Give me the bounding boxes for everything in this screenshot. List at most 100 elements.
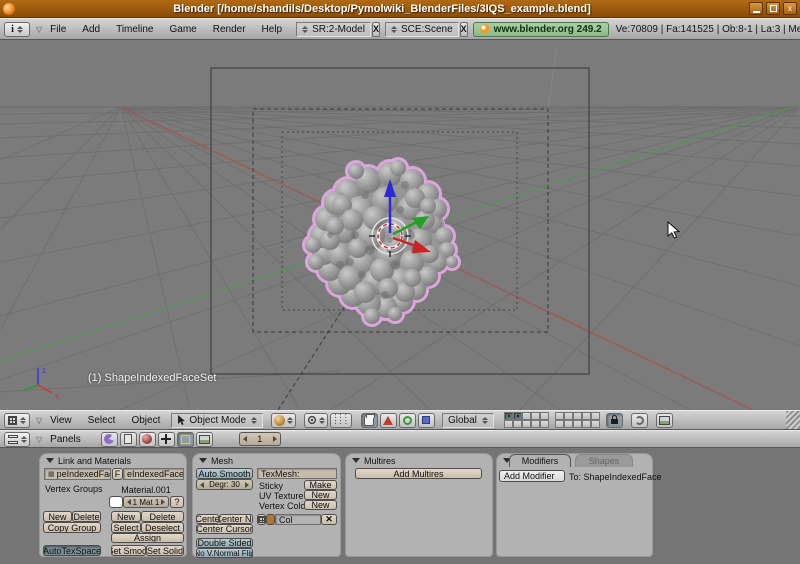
autotexspace-toggle[interactable]: AutoTexSpace [43,545,101,556]
render-preview-icon [659,416,670,425]
add-modifier-button[interactable]: Add Modifier [499,470,565,482]
viewport-scene: z x [0,40,800,410]
vertex-color-new-button[interactable]: New [304,500,337,510]
menu-help[interactable]: Help [254,24,291,35]
menu-game[interactable]: Game [162,24,205,35]
panel-collapse-icon[interactable] [352,458,360,463]
material-select-button[interactable]: Select [111,522,141,533]
object-context-button[interactable] [158,432,175,447]
uv-texture-new-button[interactable]: New [304,490,337,500]
menu-file[interactable]: File [42,24,74,35]
window-type-button[interactable]: i [4,22,30,37]
lock-layers-button[interactable] [606,413,623,428]
panel-multires[interactable]: Multires Add Multires [345,453,493,557]
layer-buttons[interactable] [504,412,600,428]
window-type-arrows-icon [17,26,23,33]
screen-unlink-button[interactable]: X [372,22,380,37]
material-deselect-button[interactable]: Deselect [141,522,184,533]
vgroup-delete-button[interactable]: Delete [72,511,101,522]
render-preview-button[interactable] [656,413,673,428]
set-smooth-button[interactable]: Set Smoot [111,545,146,556]
center-cursor-button[interactable]: Center Cursor [196,524,253,534]
vertex-groups-label: Vertex Groups [45,484,103,494]
minimize-button[interactable] [749,2,763,15]
titlebar[interactable]: Blender [/home/shandils/Desktop/Pymolwik… [0,0,800,18]
buttons-window-type-button[interactable] [4,432,30,447]
viewport-canvas[interactable]: z x (1) ShapeIndexedFaceSet [0,40,800,410]
scene-context-button[interactable] [196,432,213,447]
vcol-delete-button[interactable]: ✕ [321,514,337,525]
mesh-datablock-field[interactable]: ▦ peIndexedFaceSet [44,468,111,480]
menu-render[interactable]: Render [205,24,254,35]
material-index-field[interactable]: 1 Mat 1 [123,496,169,508]
draw-type-selector[interactable] [271,413,296,428]
menu-timeline[interactable]: Timeline [108,24,161,35]
blender-window: Blender [/home/shandils/Desktop/Pymolwik… [0,0,800,564]
shading-context-button[interactable] [139,432,156,447]
snap-button[interactable] [631,413,648,428]
material-color-swatch[interactable] [109,496,123,508]
mode-selector[interactable]: Object Mode [171,413,263,428]
object-datablock-field[interactable]: eIndexedFaceSet [123,468,184,480]
pivot-icon [307,415,317,425]
material-delete-button[interactable]: Delete [141,511,184,522]
manipulator-scale-button[interactable] [418,413,435,428]
copy-group-button[interactable]: Copy Group [43,522,101,533]
panel-link-and-materials[interactable]: Link and Materials ▦ peIndexedFaceSet F … [39,453,187,557]
panel-title: Link and Materials [58,456,131,466]
menu-add[interactable]: Add [74,24,108,35]
tab-shapes[interactable]: Shapes [575,454,633,467]
material-new-button[interactable]: New [111,511,141,522]
script-context-button[interactable] [120,432,137,447]
viewport-window-type-button[interactable] [4,413,30,428]
degr-field[interactable]: Degr: 30 [196,479,253,490]
menu-object[interactable]: Object [123,415,168,426]
manipulator-rotate-button[interactable] [399,413,416,428]
menu-select[interactable]: Select [80,415,124,426]
double-sided-toggle[interactable]: Double Sided [196,538,253,548]
object-context-icon [161,434,171,444]
panel-mesh[interactable]: Mesh Auto Smooth Degr: 30 TexMesh: Stick… [192,453,341,557]
info-header: i ▽ File Add Timeline Game Render Help S… [0,18,800,40]
vcol-name-field[interactable]: Col [275,514,321,525]
manipulator-toggle[interactable] [361,413,378,428]
logic-context-button[interactable] [101,432,118,447]
translate-icon [383,416,393,425]
center-new-button[interactable]: Center Ne [219,514,253,524]
panel-collapse-icon[interactable] [46,458,54,463]
app-icon [3,3,15,15]
scene-selector[interactable]: SCE:Scene [385,22,459,37]
auto-smooth-toggle[interactable]: Auto Smooth [196,468,253,479]
sticky-make-button[interactable]: Make [304,480,337,490]
sticky-label: Sticky [259,481,283,491]
texmesh-field[interactable]: TexMesh: [257,468,337,479]
manipulator-translate-button[interactable] [380,413,397,428]
close-button[interactable]: x [783,2,797,15]
snap-grid-toggle[interactable]: :::::: [330,413,352,428]
pivot-selector[interactable] [304,413,328,428]
vcol-active-icon[interactable] [266,514,275,525]
frame-number-field[interactable]: 1 [239,432,281,446]
version-badge[interactable]: www.blender.org 249.2 [473,22,609,37]
material-help-button[interactable]: ? [170,496,184,508]
scene-unlink-button[interactable]: X [460,22,468,37]
dropdown-arrows-icon [391,26,397,33]
vertex-color-label: Vertex Color [259,501,309,511]
fake-user-button[interactable]: F [112,468,123,480]
vgroup-new-button[interactable]: New [43,511,72,522]
panel-modifiers[interactable]: Modifiers Shapes Add Modifier To: ShapeI… [496,453,653,557]
editing-context-button[interactable] [177,432,194,447]
menu-view[interactable]: View [42,415,80,426]
tab-modifiers[interactable]: Modifiers [509,454,571,467]
area-resize-grip[interactable] [786,411,800,429]
assign-button[interactable]: Assign [111,533,184,543]
no-vnormal-flip-toggle[interactable]: No V.Normal Flip [196,548,253,558]
set-solid-button[interactable]: Set Solid [146,545,184,556]
add-multires-button[interactable]: Add Multires [355,468,482,479]
screen-selector[interactable]: SR:2-Model [296,22,371,37]
centre-button[interactable]: Cente [196,514,219,524]
panel-collapse-icon[interactable] [199,458,207,463]
orientation-selector[interactable]: Global [442,413,494,428]
rotate-icon [403,416,412,425]
maximize-button[interactable] [766,2,780,15]
